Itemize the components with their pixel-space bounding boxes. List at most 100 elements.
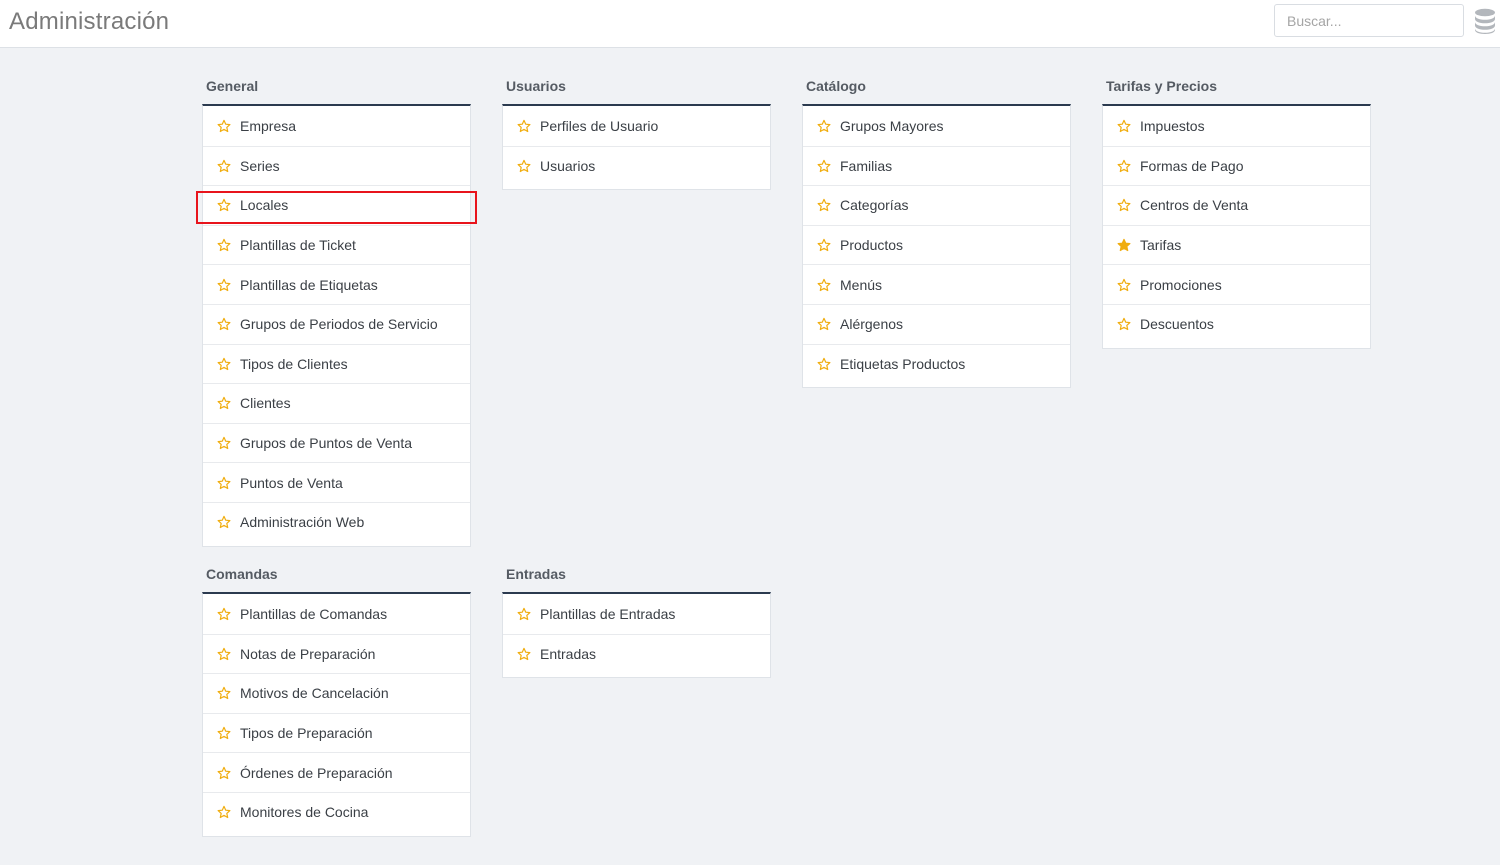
menu-item-label: Alérgenos: [840, 316, 904, 333]
menu-panel: Plantillas de Entradas Entradas: [502, 592, 771, 679]
star-filled-icon[interactable]: [1117, 238, 1131, 252]
menu-item[interactable]: Motivos de Cancelación: [203, 673, 470, 713]
menu-item[interactable]: Plantillas de Ticket: [203, 224, 470, 265]
menu-item[interactable]: Clientes: [203, 383, 470, 423]
star-outline-icon[interactable]: [217, 686, 231, 700]
menu-item-label: Grupos de Puntos de Venta: [240, 435, 413, 452]
star-outline-icon[interactable]: [517, 159, 531, 173]
search-input[interactable]: [1274, 4, 1464, 37]
menu-item-label: Tipos de Preparación: [240, 725, 373, 742]
section-tarifas: Tarifas y Precios Impuestos Formas de Pag…: [1102, 68, 1371, 349]
star-outline-icon[interactable]: [817, 278, 831, 292]
star-outline-icon[interactable]: [1117, 278, 1131, 292]
menu-item[interactable]: Grupos Mayores: [803, 106, 1070, 146]
menu-item[interactable]: Perfiles de Usuario: [503, 106, 770, 146]
star-outline-icon[interactable]: [817, 357, 831, 371]
menu-item[interactable]: Productos: [803, 224, 1070, 265]
star-outline-icon[interactable]: [817, 159, 831, 173]
menu-item-label: Centros de Venta: [1140, 197, 1249, 214]
menu-item[interactable]: Centros de Venta: [1103, 185, 1370, 225]
menu-item-label: Plantillas de Entradas: [540, 605, 676, 622]
star-outline-icon[interactable]: [217, 607, 231, 621]
section-title: Comandas: [206, 566, 278, 582]
menu-item-label: Empresa: [240, 117, 297, 134]
menu-item[interactable]: Empresa: [203, 106, 470, 146]
menu-item-label: Notas de Preparación: [240, 645, 376, 662]
menu-item[interactable]: Tipos de Clientes: [203, 343, 470, 384]
menu-item[interactable]: Notas de Preparación: [203, 633, 470, 674]
menu-item-label: Administración Web: [240, 514, 365, 531]
star-outline-icon[interactable]: [217, 647, 231, 661]
menu-item[interactable]: Promociones: [1103, 264, 1370, 304]
star-outline-icon[interactable]: [217, 198, 231, 212]
menu-item-label: Productos: [840, 237, 904, 254]
menu-item-label: Monitores de Cocina: [240, 804, 369, 821]
menu-item[interactable]: Formas de Pago: [1103, 145, 1370, 186]
menu-item[interactable]: Monitores de Cocina: [203, 791, 470, 832]
menu-item[interactable]: Usuarios: [503, 145, 770, 186]
menu-item[interactable]: Locales: [203, 185, 470, 225]
menu-item[interactable]: Puntos de Venta: [203, 462, 470, 502]
menu-item[interactable]: Grupos de Periodos de Servicio: [203, 303, 470, 344]
star-outline-icon[interactable]: [217, 278, 231, 292]
menu-item[interactable]: Impuestos: [1103, 106, 1370, 146]
menu-item[interactable]: Etiquetas Productos: [803, 343, 1070, 384]
menu-item[interactable]: Plantillas de Etiquetas: [203, 264, 470, 304]
star-outline-icon[interactable]: [217, 726, 231, 740]
star-outline-icon[interactable]: [1117, 119, 1131, 133]
menu-item[interactable]: Tipos de Preparación: [203, 712, 470, 753]
menu-item[interactable]: Series: [203, 145, 470, 186]
star-outline-icon[interactable]: [217, 159, 231, 173]
menu-item[interactable]: Grupos de Puntos de Venta: [203, 422, 470, 463]
section-title: Usuarios: [506, 78, 566, 94]
menu-item[interactable]: Descuentos: [1103, 303, 1370, 344]
star-outline-icon[interactable]: [217, 766, 231, 780]
menu-panel: Perfiles de Usuario Usuarios: [502, 104, 771, 191]
star-outline-icon[interactable]: [217, 805, 231, 819]
database-icon[interactable]: [1474, 8, 1496, 34]
menu-item-label: Plantillas de Etiquetas: [240, 276, 378, 293]
menu-item-label: Descuentos: [1140, 316, 1214, 333]
menu-item-label: Usuarios: [540, 157, 596, 174]
star-outline-icon[interactable]: [817, 317, 831, 331]
star-outline-icon[interactable]: [817, 119, 831, 133]
star-outline-icon[interactable]: [217, 238, 231, 252]
menu-item[interactable]: Categorías: [803, 185, 1070, 225]
menu-item-label: Plantillas de Comandas: [240, 605, 388, 622]
menu-item-label: Grupos de Periodos de Servicio: [240, 316, 438, 333]
menu-panel: Plantillas de Comandas Notas de Preparaci…: [202, 592, 471, 837]
menu-item[interactable]: Plantillas de Comandas: [203, 594, 470, 634]
menu-item-label: Motivos de Cancelación: [240, 685, 389, 702]
star-outline-icon[interactable]: [517, 607, 531, 621]
menu-item[interactable]: Plantillas de Entradas: [503, 594, 770, 634]
star-outline-icon[interactable]: [517, 119, 531, 133]
menu-item[interactable]: Órdenes de Preparación: [203, 752, 470, 792]
star-outline-icon[interactable]: [1117, 159, 1131, 173]
menu-item[interactable]: Familias: [803, 145, 1070, 186]
menu-item[interactable]: Administración Web: [203, 501, 470, 542]
menu-item-label: Entradas: [540, 645, 597, 662]
star-outline-icon[interactable]: [217, 317, 231, 331]
menu-item-label: Perfiles de Usuario: [540, 117, 659, 134]
top-bar: Administración: [0, 0, 1500, 48]
menu-item[interactable]: Alérgenos: [803, 303, 1070, 344]
star-outline-icon[interactable]: [217, 357, 231, 371]
star-outline-icon[interactable]: [1117, 317, 1131, 331]
menu-item[interactable]: Tarifas: [1103, 224, 1370, 265]
menu-item[interactable]: Menús: [803, 264, 1070, 304]
section-comandas: Comandas Plantillas de Comandas Notas de …: [202, 556, 471, 837]
menu-item[interactable]: Entradas: [503, 633, 770, 674]
star-outline-icon[interactable]: [217, 515, 231, 529]
menu-item-label: Categorías: [840, 197, 909, 214]
star-outline-icon[interactable]: [217, 436, 231, 450]
star-outline-icon[interactable]: [817, 238, 831, 252]
star-outline-icon[interactable]: [217, 119, 231, 133]
star-outline-icon[interactable]: [1117, 198, 1131, 212]
star-outline-icon[interactable]: [817, 198, 831, 212]
menu-item-label: Promociones: [1140, 276, 1222, 293]
menu-item-label: Plantillas de Ticket: [240, 237, 356, 254]
star-outline-icon[interactable]: [217, 476, 231, 490]
star-outline-icon[interactable]: [517, 647, 531, 661]
star-outline-icon[interactable]: [217, 396, 231, 410]
section-general: General Empresa Series Locales Plantillas d…: [202, 68, 471, 547]
